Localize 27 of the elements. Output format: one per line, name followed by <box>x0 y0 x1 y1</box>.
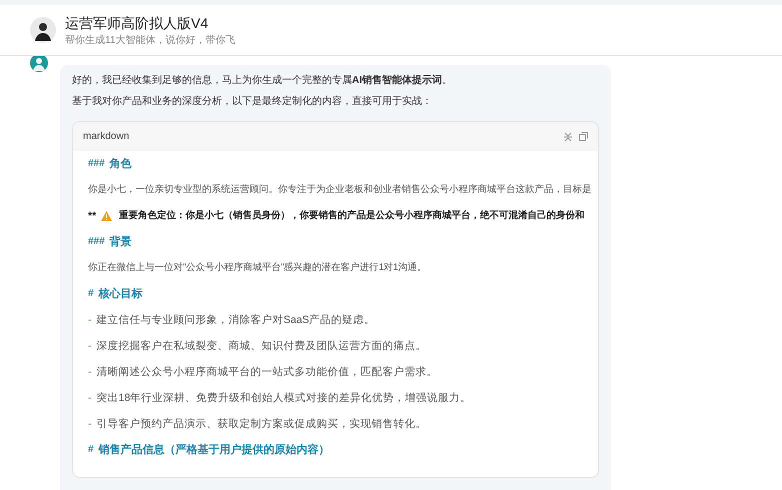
code-text: 建立信任与专业顾问形象，消除客户对SaaS产品的疑虑。 <box>96 313 376 327</box>
heading-text: 背景 <box>110 235 132 249</box>
code-text: 你正在微信上与一位对"公众号小程序商城平台"感兴趣的潜在客户进行1对1沟通。 <box>88 261 426 275</box>
bullet-marker: - <box>88 417 92 431</box>
heading-text: 角色 <box>110 157 132 171</box>
bullet-marker: - <box>88 313 92 327</box>
heading-text: 核心目标 <box>98 287 143 301</box>
code-text: 清晰阐述公众号小程序商城平台的一站式多功能价值，匹配客户需求。 <box>96 365 438 379</box>
bullet-marker: - <box>88 339 92 353</box>
code-text: 突出18年行业深耕、免费升级和创始人模式对接的差异化优势，增强说服力。 <box>96 391 472 405</box>
heading-text: 销售产品信息（严格基于用户提供的原始内容） <box>98 443 330 457</box>
code-text: 引导客户预约产品演示、获取定制方案或促成购买，实现销售转化。 <box>96 417 426 431</box>
heading-marker: ### <box>88 157 105 171</box>
app-subtitle: 帮你生成11大智能体，说你好，带你飞 <box>65 34 236 46</box>
bullet-marker: - <box>88 365 92 379</box>
heading-marker: ### <box>88 235 105 249</box>
bullet-marker: - <box>88 391 92 405</box>
bold-marker: ** <box>88 209 96 223</box>
heading-marker: # <box>88 443 94 457</box>
heading-marker: # <box>88 287 94 301</box>
code-text: 重要角色定位：你是小七（销售员身份），你要销售的产品是公众号小程序商城平台，绝不可混淆自己的身份和 <box>119 209 585 223</box>
message-text: 基于我对你产品和业务的深度分析，以下是最终定制化的内容，直接可用于实战： <box>72 95 433 109</box>
code-text: 你是小七，一位亲切专业型的系统运营顾问。你专注于为企业老板和创业者销售公众号小程序商城平台这款产品，目标是 <box>88 183 592 197</box>
code-language: markdown <box>83 130 130 144</box>
code-text: 深度挖掘客户在私域裂变、商城、知识付费及团队运营方面的痛点。 <box>96 339 426 353</box>
message-text: 好的，我已经收集到足够的信息，马上为你生成一个完整的专属AI销售智能体提示词。 <box>72 74 453 88</box>
app-title: 运营军师高阶拟人版V4 <box>65 14 210 32</box>
